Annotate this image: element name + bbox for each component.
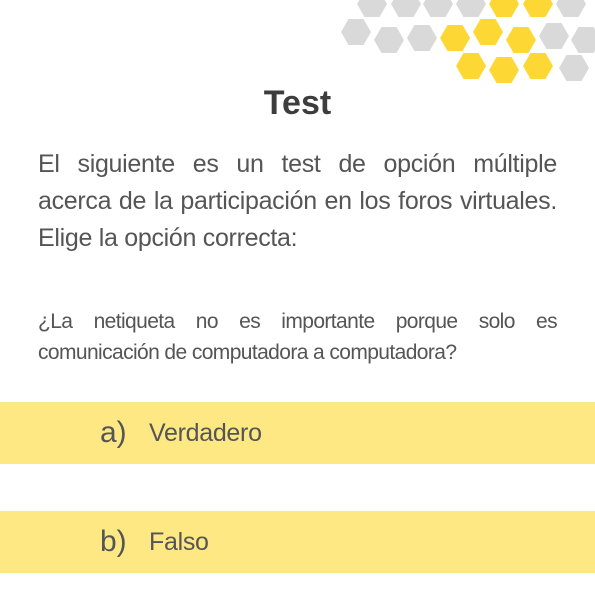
gray-hexagon [571, 27, 595, 53]
gray-hexagon [407, 25, 437, 51]
question-text: ¿La netiqueta no es importante porque so… [38, 310, 558, 364]
page-title: Test [263, 84, 332, 122]
option-a-label: Verdadero [149, 419, 262, 447]
yellow-hexagon [489, 0, 519, 17]
gray-hexagon [556, 0, 586, 17]
gray-hexagon [391, 0, 421, 17]
option-b-label: Falso [149, 528, 209, 556]
gray-hexagon [559, 55, 589, 81]
option-a-letter: a) [100, 416, 127, 449]
gray-hexagon [423, 0, 453, 17]
gray-hexagon [374, 27, 404, 53]
yellow-hexagon [473, 19, 503, 45]
gray-hexagon [539, 23, 569, 49]
honeycomb-pattern-icon [341, 0, 595, 83]
gray-hexagon [341, 19, 371, 45]
test-instructions: El siguiente es un test de opción múltip… [38, 150, 557, 252]
yellow-hexagon [523, 0, 553, 17]
option-false-button[interactable]: b) Falso [0, 511, 595, 573]
yellow-hexagon [506, 27, 536, 53]
option-true-button[interactable]: a) Verdadero [0, 402, 595, 464]
yellow-hexagon [456, 53, 486, 79]
yellow-hexagon [440, 25, 470, 51]
gray-hexagon [357, 0, 387, 17]
option-b-letter: b) [100, 525, 127, 558]
yellow-hexagon [489, 57, 519, 83]
yellow-hexagon [523, 53, 553, 79]
gray-hexagon [456, 0, 486, 17]
